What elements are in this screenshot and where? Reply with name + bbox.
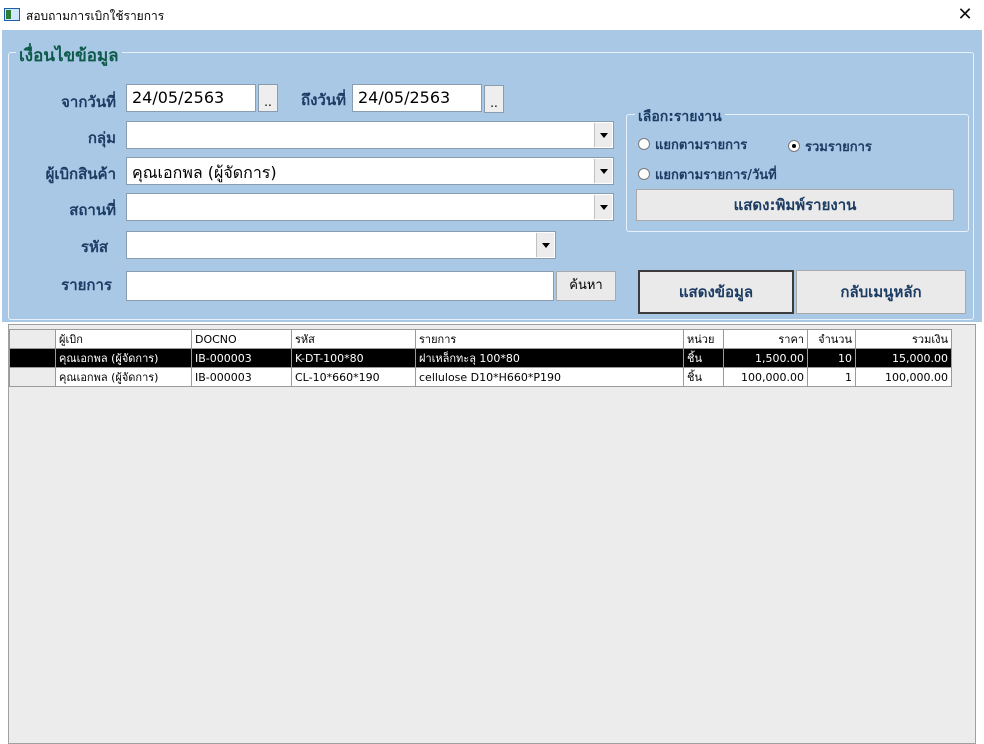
code-select[interactable] [126,231,556,259]
cell-qty[interactable]: 1 [807,367,856,387]
item-label: รายการ [61,276,112,294]
cell-item[interactable]: ฝาเหล็กทะลุ 100*80 [415,348,684,368]
table-row[interactable]: คุณเอกพล (ผู้จัดการ) IB-000003 CL-10*660… [9,367,952,387]
criteria-panel: เงื่อนไขข้อมูล จากวันที่ 24/05/2563 .. ถ… [2,30,982,322]
to-date-input[interactable]: 24/05/2563 [352,84,482,112]
column-header[interactable]: รหัส [291,329,416,349]
window-title: สอบถามการเบิกใช้รายการ [26,9,165,23]
report-options-legend: เลือก:รายงาน [635,106,725,128]
to-date-picker-button[interactable]: .. [484,85,504,113]
requester-value: คุณเอกพล (ผู้จัดการ) [132,163,277,182]
cell-docno[interactable]: IB-000003 [191,348,292,368]
cell-price[interactable]: 1,500.00 [723,348,808,368]
radio-by-item[interactable]: แยกตามรายการ [638,134,747,155]
column-header[interactable]: ราคา [723,329,808,349]
column-header[interactable]: ผู้เบิก [55,329,192,349]
row-selector[interactable] [9,348,56,368]
cell-unit[interactable]: ชิ้น [683,348,724,368]
column-header[interactable]: จำนวน [807,329,856,349]
item-input[interactable] [126,271,554,301]
table-row[interactable]: คุณเอกพล (ผู้จัดการ) IB-000003 K-DT-100*… [9,348,952,368]
cell-total[interactable]: 15,000.00 [855,348,952,368]
radio-by-item-label: แยกตามรายการ [655,138,748,153]
radio-summary[interactable]: รวมรายการ [788,136,872,157]
radio-icon [638,168,650,180]
from-date-picker-button[interactable]: .. [258,84,278,112]
close-button[interactable]: ✕ [948,1,982,29]
row-selector[interactable] [9,367,56,387]
cell-requester[interactable]: คุณเอกพล (ผู้จัดการ) [55,367,192,387]
column-header[interactable]: หน่วย [683,329,724,349]
row-selector-header [9,329,56,349]
group-select[interactable] [126,121,614,149]
cell-unit[interactable]: ชิ้น [683,367,724,387]
title-bar: สอบถามการเบิกใช้รายการ ✕ [0,0,984,30]
radio-icon [638,138,650,150]
requester-select[interactable]: คุณเอกพล (ผู้จัดการ) [126,157,614,185]
cell-total[interactable]: 100,000.00 [855,367,952,387]
search-button[interactable]: ค้นหา [556,271,616,301]
chevron-down-icon[interactable] [594,159,612,183]
header-row: ผู้เบิก DOCNO รหัส รายการ หน่วย ราคา จำน… [9,329,952,349]
results-table: ผู้เบิก DOCNO รหัส รายการ หน่วย ราคา จำน… [9,329,952,387]
cell-item[interactable]: cellulose D10*H660*P190 [415,367,684,387]
column-header[interactable]: DOCNO [191,329,292,349]
back-to-menu-button[interactable]: กลับเมนูหลัก [796,270,966,314]
current-row-icon [29,353,36,364]
cell-requester[interactable]: คุณเอกพล (ผู้จัดการ) [55,348,192,368]
column-header[interactable]: รายการ [415,329,684,349]
cell-code[interactable]: CL-10*660*190 [291,367,416,387]
requester-label: ผู้เบิกสินค้า [45,165,116,183]
location-select[interactable] [126,193,614,221]
show-data-button[interactable]: แสดงข้อมูล [638,270,794,314]
radio-summary-label: รวมรายการ [805,140,872,155]
cell-code[interactable]: K-DT-100*80 [291,348,416,368]
print-report-button[interactable]: แสดง:พิมพ์รายงาน [636,189,954,221]
results-grid[interactable]: ผู้เบิก DOCNO รหัส รายการ หน่วย ราคา จำน… [8,324,976,744]
cell-docno[interactable]: IB-000003 [191,367,292,387]
app-icon [4,8,20,21]
chevron-down-icon[interactable] [594,195,612,219]
cell-qty[interactable]: 10 [807,348,856,368]
cell-price[interactable]: 100,000.00 [723,367,808,387]
group-label: กลุ่ม [87,129,116,147]
code-label: รหัส [80,238,108,256]
from-date-label: จากวันที่ [61,93,116,111]
from-date-input[interactable]: 24/05/2563 [126,84,256,112]
to-date-label: ถึงวันที่ [301,91,346,109]
chevron-down-icon[interactable] [594,123,612,147]
column-header[interactable]: รวมเงิน [855,329,952,349]
criteria-legend: เงื่อนไขข้อมูล [16,42,122,69]
chevron-down-icon[interactable] [536,233,554,257]
radio-by-item-date-label: แยกตามรายการ/วันที่ [655,168,777,183]
location-label: สถานที่ [69,201,116,219]
radio-selected-icon [788,140,800,152]
radio-by-item-date[interactable]: แยกตามรายการ/วันที่ [638,164,777,185]
